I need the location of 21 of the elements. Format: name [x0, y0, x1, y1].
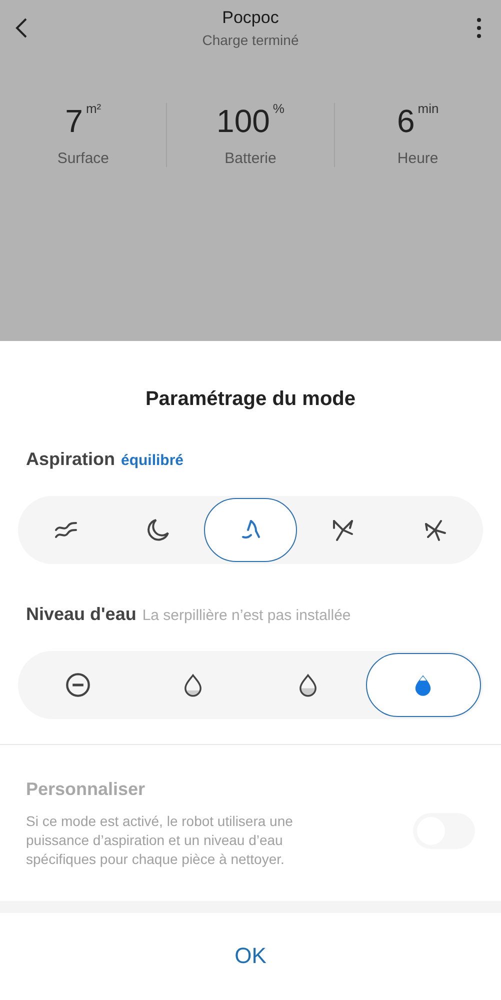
status-text: Charge terminé [202, 32, 299, 48]
sheet-title: Paramétrage du mode [144, 388, 357, 411]
device-title: Pocpoc [222, 8, 279, 28]
suction-value: équilibré [121, 452, 184, 469]
stat-label: Heure [397, 150, 438, 167]
minus-circle-icon [64, 672, 91, 698]
stat-value: 7 [65, 103, 83, 140]
water-option[interactable] [366, 653, 481, 717]
stat-unit: m² [86, 101, 102, 116]
moon-icon [145, 517, 172, 543]
section-label: Aspiration [26, 449, 116, 470]
customize-title: Personnaliser [26, 779, 146, 800]
water-note: La serpillière n’est pas installée [142, 607, 351, 624]
stat-label: Batterie [224, 150, 276, 167]
customize-description: Si ce mode est activé, le robot utilisera une puissance d’aspiration et un niveau d’eau spécifiques pour chaque pièce à nettoyer. [26, 812, 294, 869]
stat-value: 6 [396, 103, 415, 140]
stat-value: 100 [216, 103, 270, 140]
stat-unit: min [418, 101, 439, 116]
section-label: Niveau d'eau [26, 604, 136, 625]
stat-unit: % [272, 101, 284, 116]
stat-label: Surface [57, 150, 110, 167]
